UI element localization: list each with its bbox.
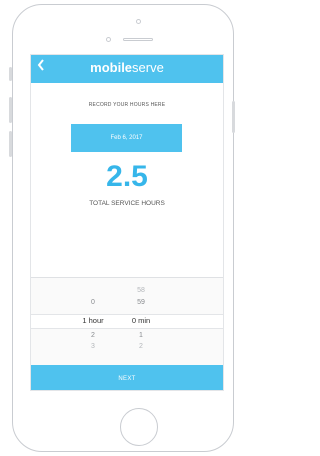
record-prompt: RECORD YOUR HOURS HERE: [88, 102, 166, 108]
front-camera: [106, 37, 111, 42]
mute-switch: [9, 67, 12, 81]
hours-option[interactable]: 0: [73, 299, 113, 306]
power-button: [232, 101, 235, 133]
minutes-option[interactable]: 2: [121, 343, 161, 350]
minutes-selected[interactable]: 0 min: [121, 316, 161, 325]
minutes-option[interactable]: 1: [121, 332, 161, 339]
sensor-dot: [136, 19, 141, 24]
duration-picker[interactable]: 0 1 hour 2 3 58 59 0 min 1 2: [31, 277, 223, 366]
hours-selected[interactable]: 1 hour: [73, 316, 113, 325]
total-hours-value: 2.5: [106, 160, 148, 193]
app-screen: mobileserve RECORD YOUR HOURS HERE Feb 6…: [30, 54, 224, 391]
minutes-option[interactable]: 58: [121, 287, 161, 294]
hours-option[interactable]: 2: [73, 332, 113, 339]
brand-bold: mobile: [90, 60, 133, 75]
home-button[interactable]: [120, 408, 158, 446]
app-header: mobileserve: [31, 55, 223, 83]
minutes-option[interactable]: 59: [121, 299, 161, 306]
earpiece-speaker: [123, 38, 153, 41]
volume-down-button: [9, 131, 12, 157]
date-button[interactable]: Feb 6, 2017: [71, 124, 182, 152]
hours-option[interactable]: 3: [73, 343, 113, 350]
brand-logo: mobileserve: [31, 60, 223, 75]
brand-light: serve: [132, 60, 164, 75]
total-hours-label: TOTAL SERVICE HOURS: [89, 200, 165, 207]
volume-up-button: [9, 97, 12, 123]
next-button[interactable]: NEXT: [31, 365, 223, 390]
